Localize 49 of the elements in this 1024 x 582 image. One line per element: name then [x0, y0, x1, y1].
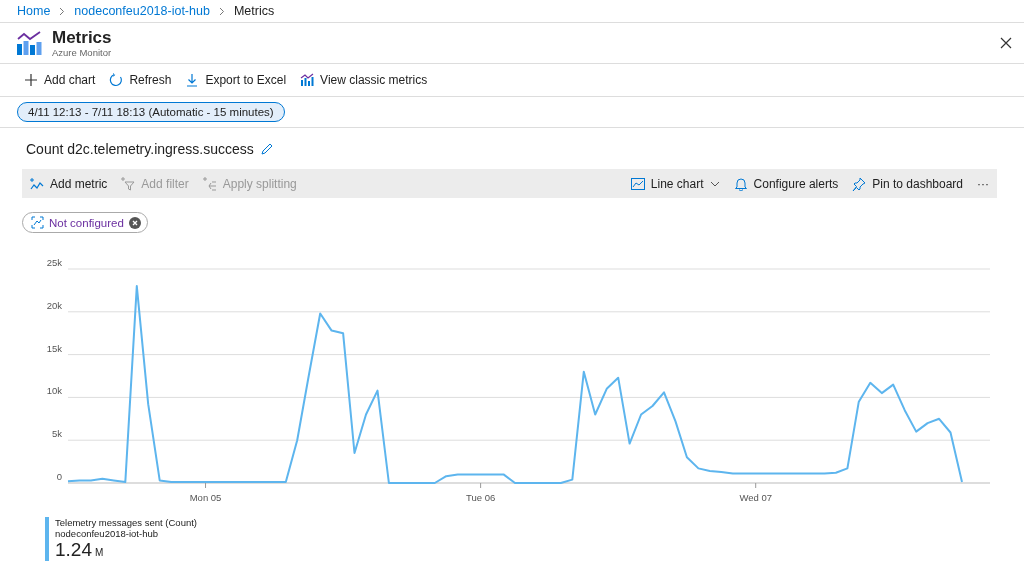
line-chart-icon: [630, 176, 645, 191]
legend-total: 1.24: [55, 539, 92, 561]
pencil-icon[interactable]: [259, 142, 274, 156]
chart-toolbar-button[interactable]: Configure alerts: [733, 176, 839, 191]
bell-icon: [733, 176, 748, 191]
legend-unit: M: [95, 547, 104, 558]
more-button[interactable]: ···: [977, 176, 989, 191]
clear-icon[interactable]: [128, 216, 141, 229]
axis-tick-label: 0: [56, 471, 62, 482]
toolbar-button[interactable]: Refresh: [109, 73, 172, 87]
refresh-icon: [109, 73, 124, 87]
scope-chip[interactable]: Not configured: [22, 212, 148, 233]
axis-tick-label: Tue 06: [466, 492, 496, 503]
page-subtitle: Azure Monitor: [52, 47, 113, 58]
breadcrumb-link[interactable]: nodeconfeu2018-iot-hub: [74, 4, 210, 18]
breadcrumb-current: Metrics: [233, 4, 275, 18]
axis-tick-label: 20k: [46, 299, 62, 311]
axis-tick-label: 15k: [46, 342, 62, 354]
chart-toolbar-button[interactable]: Pin to dashboard: [852, 176, 963, 191]
axis-tick-label: Mon 05: [189, 492, 222, 503]
chevron-down-icon: [709, 180, 720, 187]
axis-tick-label: 10k: [46, 385, 62, 397]
chart-toolbar-button[interactable]: Add metric: [30, 176, 108, 191]
chart-type-dropdown[interactable]: Line chart: [630, 176, 720, 191]
axis-tick-label: Wed 07: [739, 492, 772, 503]
pin-icon: [852, 176, 867, 191]
legend-resource: nodeconfeu2018-iot-hub: [55, 528, 159, 539]
axis-tick-label: 5k: [51, 428, 62, 440]
split-icon: [202, 176, 217, 191]
plus-icon: [24, 73, 38, 87]
legend-series-name: Telemetry messages sent (Count): [55, 517, 198, 528]
toolbar-button[interactable]: Export to Excel: [185, 73, 287, 87]
line-graph-icon: [30, 176, 44, 191]
bar-chart-icon: [16, 30, 42, 56]
download-icon: [185, 73, 200, 87]
legend-color-bar: [45, 517, 49, 561]
scope-icon: [31, 216, 44, 229]
time-range-button[interactable]: 4/11 12:13 - 7/11 18:13 (Automatic - 15 minutes): [17, 102, 285, 122]
page-title: Metrics: [52, 28, 113, 47]
chevron-icon: [59, 6, 66, 16]
filter-icon: [121, 176, 136, 191]
chart-title: Count d2c.telemetry.ingress.success: [26, 141, 254, 157]
breadcrumb-link[interactable]: Home: [17, 4, 51, 18]
axis-tick-label: 25k: [46, 257, 62, 268]
chevron-icon: [218, 6, 225, 16]
toolbar-button[interactable]: View classic metrics: [300, 73, 428, 87]
close-button[interactable]: [998, 35, 1014, 51]
bar-chart-icon: [300, 73, 315, 87]
toolbar-button[interactable]: Add chart: [24, 73, 96, 87]
